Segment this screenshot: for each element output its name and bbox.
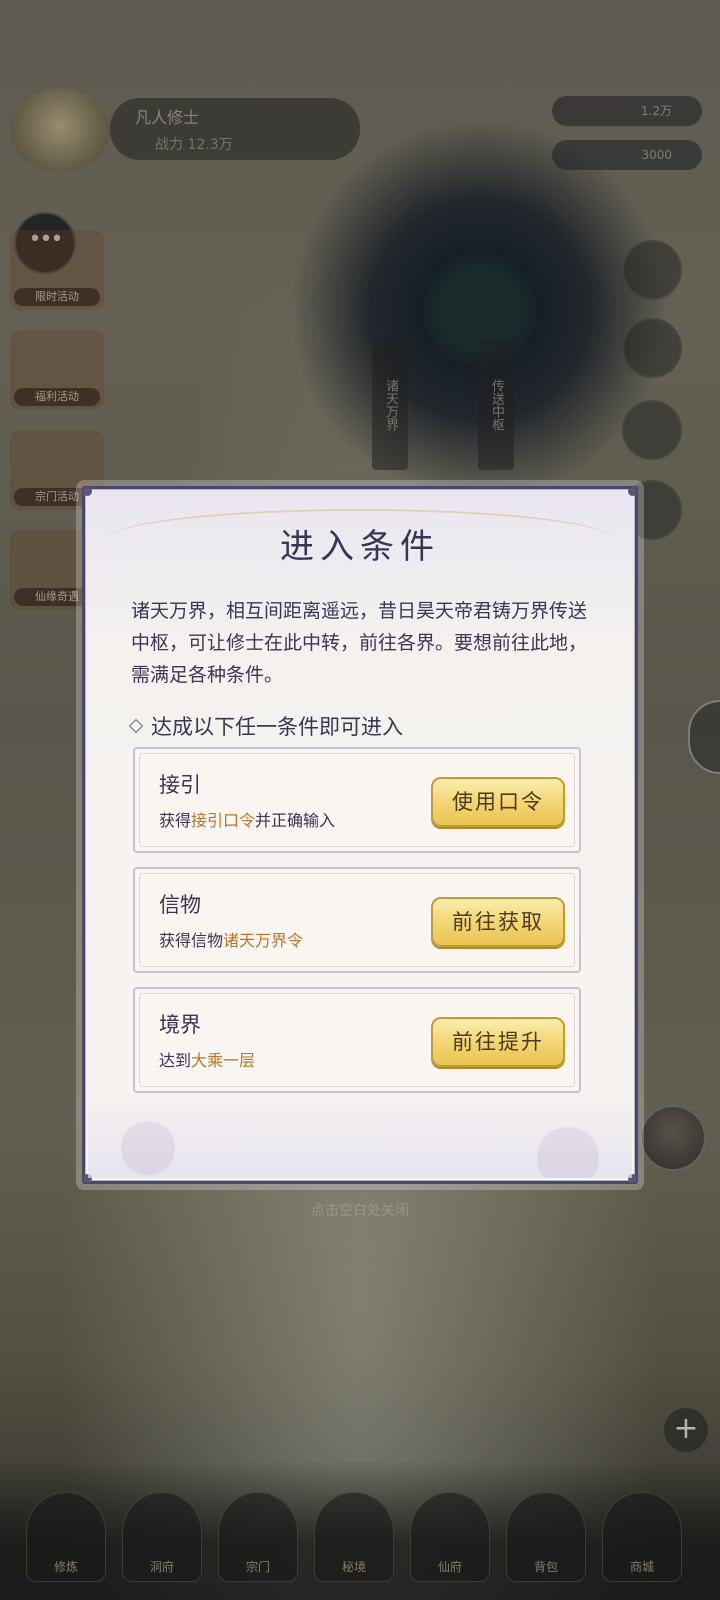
bottom-pattern	[88, 1088, 632, 1178]
corner-ornament	[83, 487, 92, 496]
entry-conditions-dialog: 进入条件 诸天万界，相互间距离遥远，昔日昊天帝君铸万界传送中枢，可让修士在此中转…	[82, 486, 638, 1184]
condition-desc-highlight: 接引口令	[191, 811, 256, 830]
condition-description: 获得信物诸天万界令	[159, 927, 303, 951]
condition-title: 接引	[159, 773, 201, 797]
condition-card-xinwu: 信物 获得信物诸天万界令 前往获取	[133, 867, 581, 973]
condition-desc-highlight: 大乘一层	[191, 1051, 256, 1070]
go-upgrade-button[interactable]: 前往提升	[431, 1017, 565, 1067]
condition-desc-suffix: 并正确输入	[255, 811, 336, 830]
condition-title: 境界	[159, 1013, 201, 1037]
condition-title: 信物	[159, 893, 201, 917]
corner-ornament	[628, 487, 637, 496]
condition-card-jingjie: 境界 达到大乘一层 前往提升	[133, 987, 581, 1093]
dialog-description: 诸天万界，相互间距离遥远，昔日昊天帝君铸万界传送中枢，可让修士在此中转，前往各界…	[131, 600, 588, 686]
section-heading-text: 达成以下任一条件即可进入	[151, 715, 403, 739]
condition-card-jieyin: 接引 获得接引口令并正确输入 使用口令	[133, 747, 581, 853]
go-obtain-button[interactable]: 前往获取	[431, 897, 565, 947]
condition-desc-prefix: 达到	[159, 1051, 192, 1070]
section-heading: 达成以下任一条件即可进入	[128, 711, 403, 741]
condition-desc-prefix: 获得	[159, 811, 192, 830]
condition-desc-prefix: 获得信物	[159, 931, 224, 950]
dialog-title: 进入条件	[280, 527, 440, 567]
diamond-bullet-icon	[128, 718, 144, 734]
condition-description: 达到大乘一层	[159, 1047, 255, 1071]
use-password-button[interactable]: 使用口令	[431, 777, 565, 827]
condition-desc-highlight: 诸天万界令	[223, 931, 304, 950]
condition-description: 获得接引口令并正确输入	[159, 807, 335, 831]
